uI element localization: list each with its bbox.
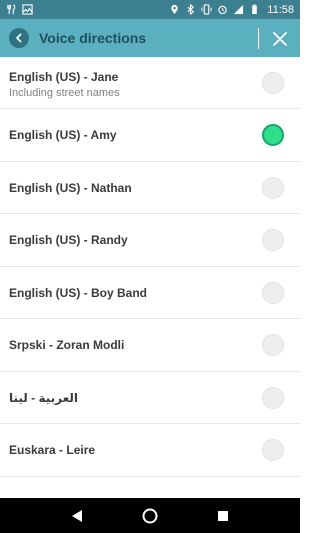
voice-item-zoran-modli[interactable]: Srpski - Zoran Modli xyxy=(0,319,300,372)
voice-name: English (US) - Jane xyxy=(9,70,119,84)
back-button[interactable] xyxy=(9,28,29,48)
voice-name: English (US) - Amy xyxy=(9,128,117,142)
alarm-icon xyxy=(217,4,228,15)
status-right-icons: 11:58 xyxy=(169,4,294,16)
nav-back-button[interactable] xyxy=(67,506,87,526)
status-left-icons xyxy=(6,4,33,15)
navigation-bar xyxy=(0,498,300,533)
radio-button[interactable] xyxy=(262,72,284,94)
app-bar: Voice directions xyxy=(0,19,300,57)
close-icon xyxy=(273,32,287,46)
voice-name: Srpski - Zoran Modli xyxy=(9,338,125,352)
voice-name: العربية - لينا xyxy=(9,390,79,405)
home-circle-icon xyxy=(142,508,158,523)
voice-subtitle: Including street names xyxy=(9,87,120,99)
voice-item-leire[interactable]: Euskara - Leire xyxy=(0,424,300,477)
voice-name: English (US) - Nathan xyxy=(9,180,132,195)
voice-name: English (US) - Randy xyxy=(9,233,128,247)
voice-item-amy[interactable]: English (US) - Amy xyxy=(0,109,300,162)
vibrate-icon xyxy=(201,4,212,15)
photo-icon xyxy=(22,4,33,15)
voice-name: Euskara - Leire xyxy=(9,443,96,457)
voice-item-randy[interactable]: English (US) - Randy xyxy=(0,214,300,267)
radio-button[interactable] xyxy=(262,229,284,251)
back-triangle-icon xyxy=(71,509,82,522)
nav-recents-button[interactable] xyxy=(213,506,233,526)
close-button[interactable] xyxy=(268,27,292,51)
voice-item-lina[interactable]: العربية - لينا xyxy=(0,372,300,424)
location-icon xyxy=(169,4,180,15)
status-time: 11:58 xyxy=(267,3,294,16)
chevron-left-icon xyxy=(16,33,22,43)
radio-button-selected[interactable] xyxy=(262,124,284,146)
page-title: Voice directions xyxy=(39,30,147,46)
header-divider xyxy=(258,28,259,49)
radio-button[interactable] xyxy=(262,176,284,199)
bluetooth-icon xyxy=(185,4,196,15)
status-bar: 11:58 xyxy=(0,0,300,19)
signal-lte-icon xyxy=(233,4,244,15)
battery-icon xyxy=(249,4,260,15)
voice-name: English (US) - Boy Band xyxy=(9,285,147,300)
nav-home-button[interactable] xyxy=(140,506,160,526)
voice-item-boy-band[interactable]: English (US) - Boy Band xyxy=(0,267,300,319)
recents-square-icon xyxy=(218,510,229,521)
fork-knife-icon xyxy=(6,4,17,15)
radio-button[interactable] xyxy=(262,281,284,304)
voice-item-nathan[interactable]: English (US) - Nathan xyxy=(0,162,300,214)
radio-button[interactable] xyxy=(262,386,284,409)
voice-list: English (US) - Jane Including street nam… xyxy=(0,57,300,498)
voice-item-jane[interactable]: English (US) - Jane Including street nam… xyxy=(0,57,300,109)
radio-button[interactable] xyxy=(262,334,284,356)
radio-button[interactable] xyxy=(262,439,284,461)
